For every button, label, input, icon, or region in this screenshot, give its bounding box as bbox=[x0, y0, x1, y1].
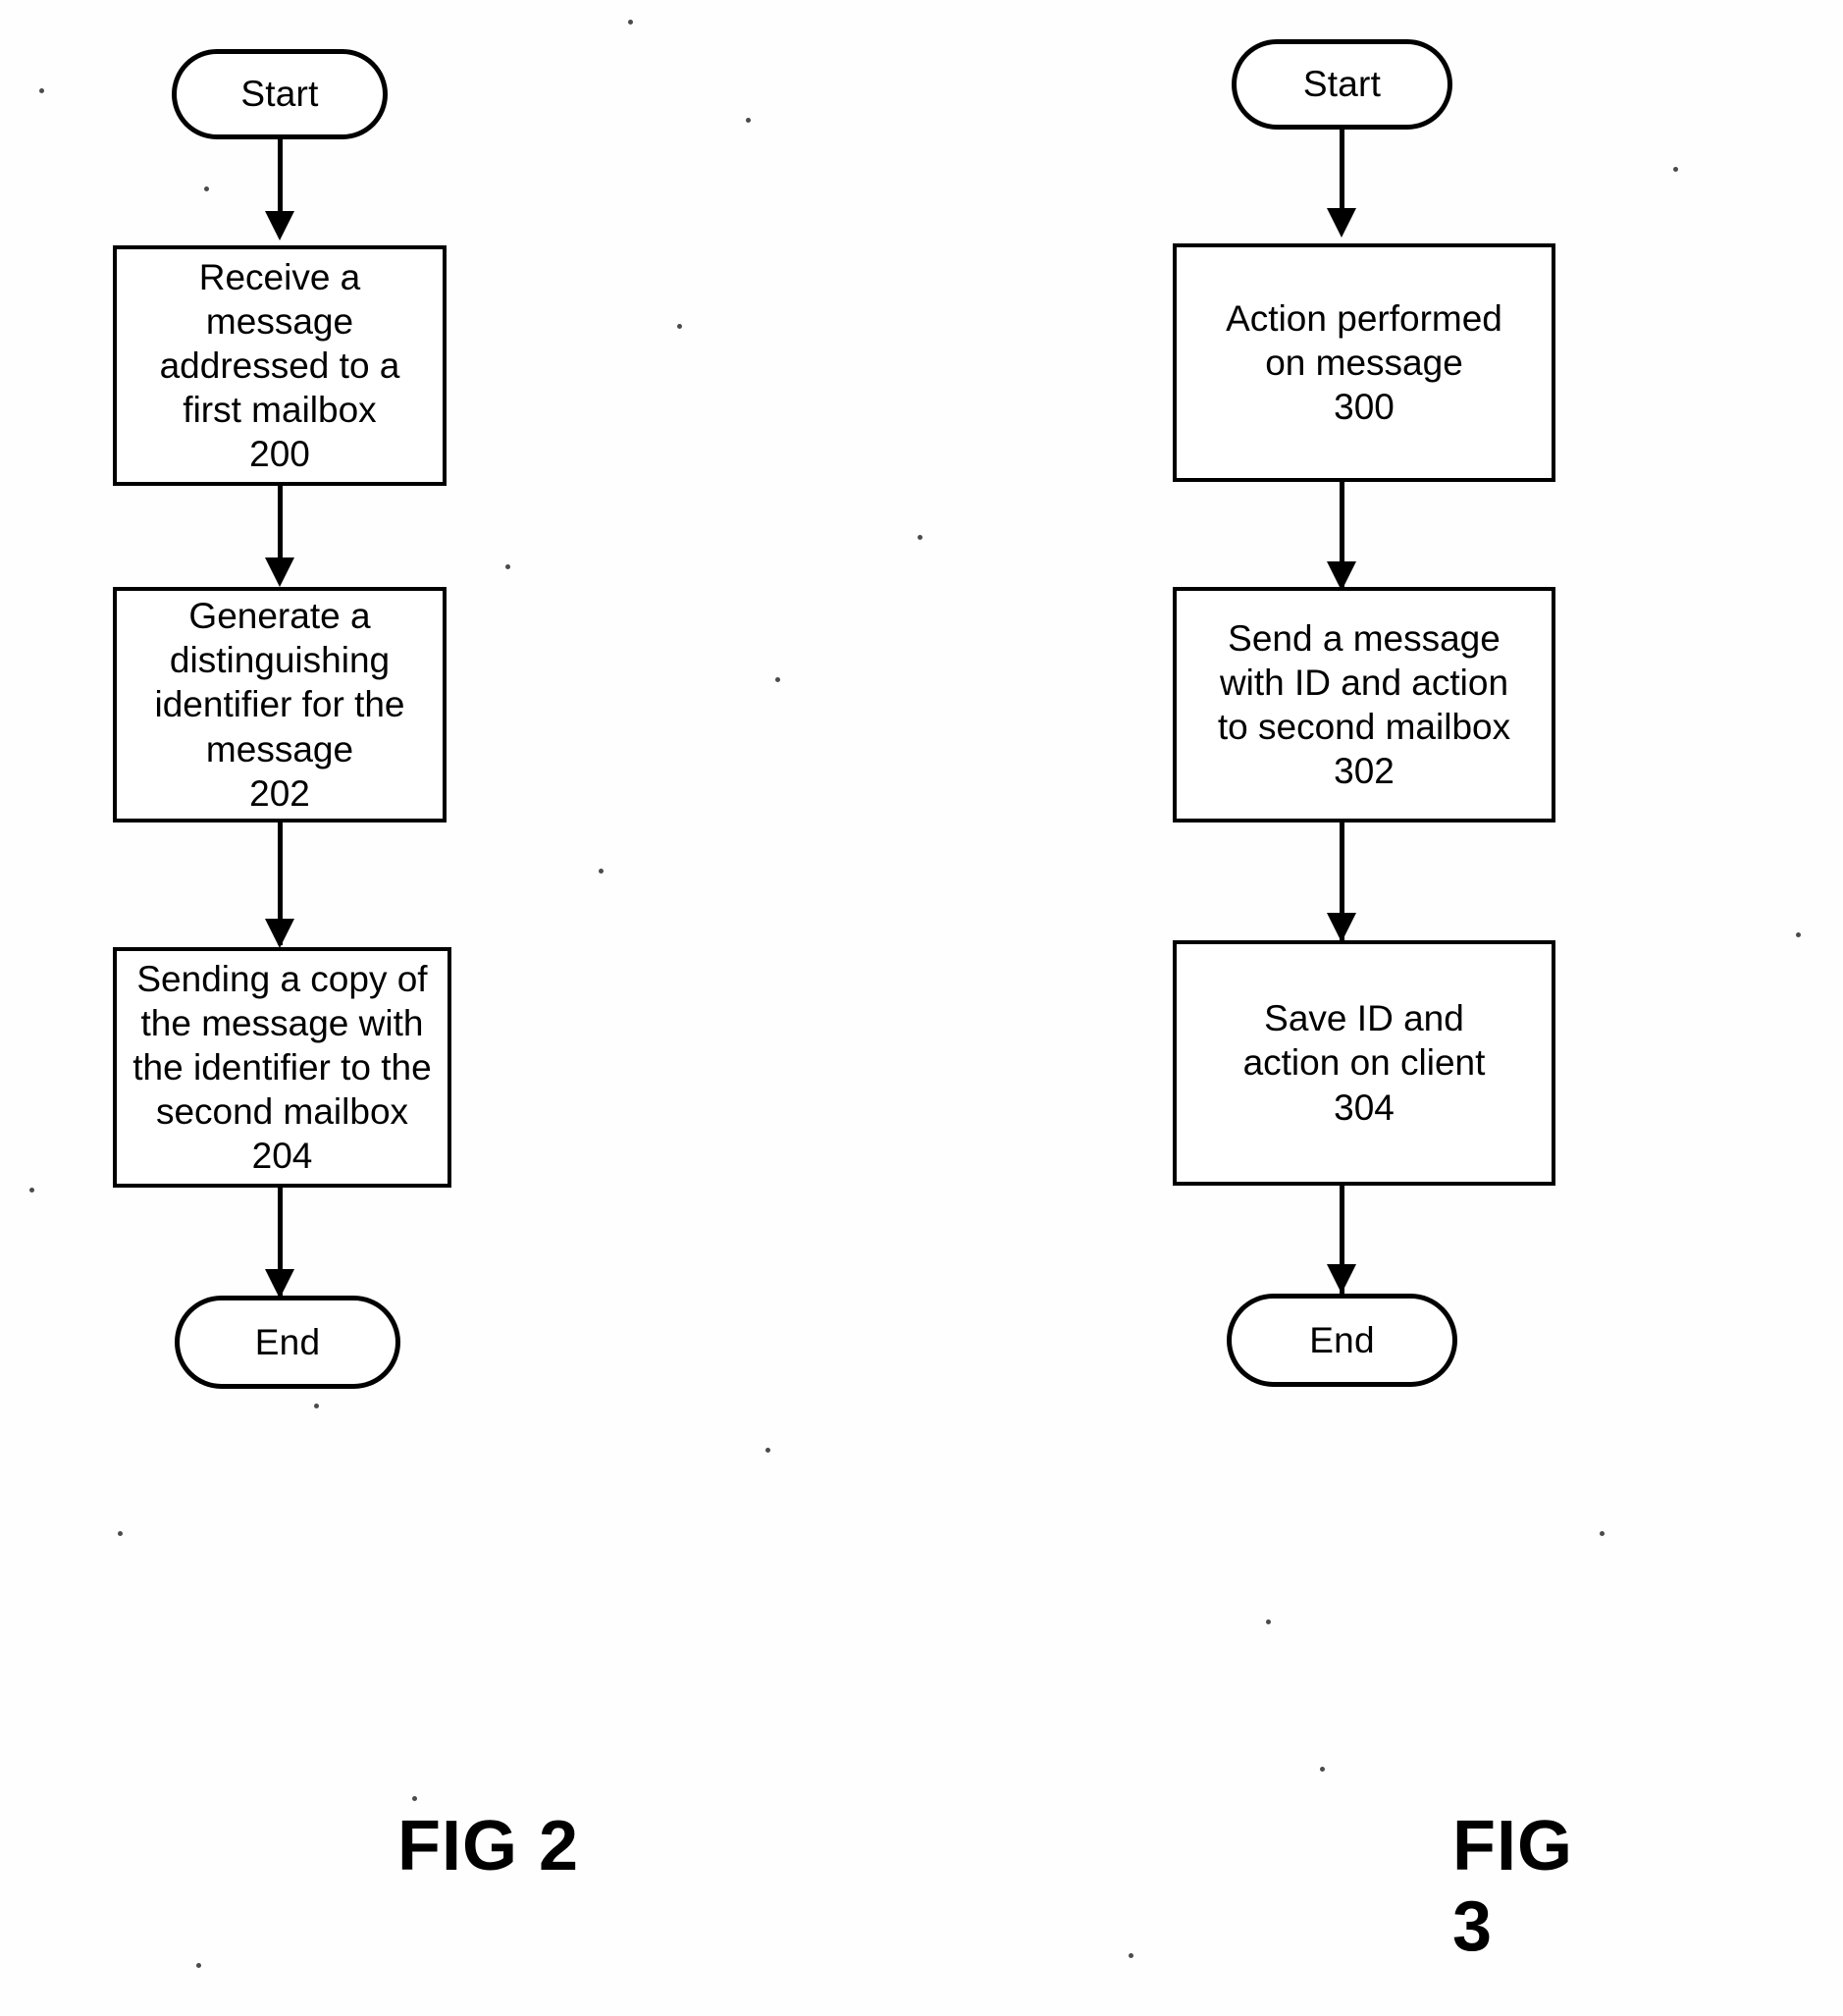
scan-speck bbox=[775, 677, 780, 682]
fig3-caption: FIG 3 bbox=[1452, 1807, 1573, 1966]
fig2-arrowhead-1 bbox=[265, 211, 294, 240]
fig2-arrowhead-3 bbox=[265, 919, 294, 948]
scan-speck bbox=[765, 1448, 770, 1453]
scan-speck bbox=[1673, 167, 1678, 172]
scan-speck bbox=[599, 869, 604, 874]
scan-speck bbox=[29, 1188, 34, 1193]
drawing-sheet: Start Receive a message addressed to a f… bbox=[0, 0, 1843, 2016]
fig3-connector-start-to-step1 bbox=[1340, 130, 1344, 216]
scan-speck bbox=[1600, 1531, 1605, 1536]
fig3-end-terminator: End bbox=[1227, 1294, 1457, 1387]
fig2-step1-box: Receive a message addressed to a first m… bbox=[113, 245, 447, 486]
figure-fig3: Start Action performed on message 300 Se… bbox=[844, 0, 1590, 2016]
scan-speck bbox=[118, 1531, 123, 1536]
fig3-arrowhead-4 bbox=[1327, 1264, 1356, 1294]
fig3-step1-label: Action performed on message 300 bbox=[1226, 297, 1502, 428]
fig2-step2-label: Generate a distinguishing identifier for… bbox=[154, 596, 405, 814]
fig2-start-terminator: Start bbox=[172, 49, 388, 139]
fig3-step3-box: Save ID and action on client 304 bbox=[1173, 940, 1555, 1186]
fig3-start-terminator: Start bbox=[1232, 39, 1452, 130]
scan-speck bbox=[1266, 1619, 1271, 1624]
fig3-step2-box: Send a message with ID and action to sec… bbox=[1173, 587, 1555, 822]
fig2-connector-start-to-step1 bbox=[278, 139, 283, 218]
fig3-step3-label: Save ID and action on client 304 bbox=[1242, 998, 1486, 1128]
scan-speck bbox=[1129, 1953, 1133, 1958]
scan-speck bbox=[196, 1963, 201, 1968]
scan-speck bbox=[746, 118, 751, 123]
scan-speck bbox=[1796, 932, 1801, 937]
scan-speck bbox=[677, 324, 682, 329]
fig2-arrowhead-2 bbox=[265, 557, 294, 587]
fig3-step2-label: Send a message with ID and action to sec… bbox=[1217, 617, 1511, 792]
fig2-caption: FIG 2 bbox=[397, 1807, 580, 1885]
figure-fig2: Start Receive a message addressed to a f… bbox=[20, 0, 765, 2016]
fig3-arrowhead-1 bbox=[1327, 208, 1356, 238]
fig2-step1-label: Receive a message addressed to a first m… bbox=[159, 256, 400, 475]
fig2-step2-box: Generate a distinguishing identifier for… bbox=[113, 587, 447, 822]
fig2-end-label: End bbox=[254, 1321, 321, 1362]
fig3-start-label: Start bbox=[1302, 64, 1382, 104]
scan-speck bbox=[1320, 1767, 1325, 1772]
fig2-start-label: Start bbox=[240, 74, 319, 114]
scan-speck bbox=[412, 1796, 417, 1801]
fig2-arrowhead-4 bbox=[265, 1269, 294, 1299]
scan-speck bbox=[505, 564, 510, 569]
fig2-step3-box: Sending a copy of the message with the i… bbox=[113, 947, 451, 1188]
scan-speck bbox=[918, 535, 922, 540]
scan-speck bbox=[39, 88, 44, 93]
scan-speck bbox=[314, 1404, 319, 1408]
fig2-step3-label: Sending a copy of the message with the i… bbox=[132, 958, 432, 1177]
scan-speck bbox=[628, 20, 633, 25]
fig2-end-terminator: End bbox=[175, 1296, 400, 1389]
fig3-step1-box: Action performed on message 300 bbox=[1173, 243, 1555, 482]
scan-speck bbox=[204, 186, 209, 191]
fig3-end-label: End bbox=[1309, 1319, 1375, 1360]
fig3-arrowhead-3 bbox=[1327, 913, 1356, 942]
